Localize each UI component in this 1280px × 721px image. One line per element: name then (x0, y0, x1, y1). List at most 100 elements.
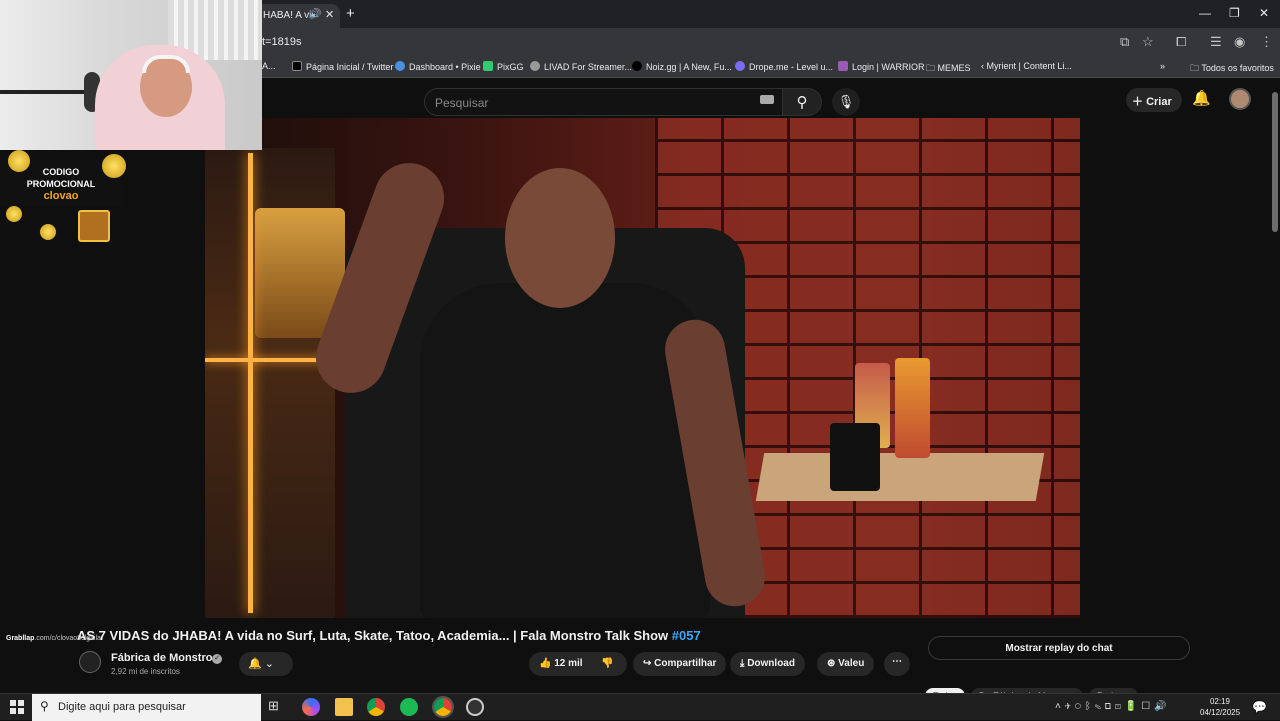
more-actions-button[interactable]: ⋯ (884, 652, 910, 676)
video-title: AS 7 VIDAS do JHABA! A vida no Surf, Lut… (77, 628, 701, 643)
headphones-icon (142, 55, 190, 73)
bookmark-item[interactable]: Dashboard • Pixie (395, 61, 481, 72)
hashtag-link[interactable]: #057 (672, 628, 701, 643)
video-neon-light (248, 153, 253, 613)
chrome-active-icon[interactable] (432, 696, 454, 718)
bookmark-item[interactable]: Página Inicial / Twitter (292, 61, 393, 72)
coin-icon (40, 224, 56, 240)
promo-line-2: PROMOCIONAL (26, 179, 96, 189)
media-controls-icon[interactable]: ☰ (1210, 34, 1222, 50)
bookmark-item[interactable]: LIVAD For Streamer... (530, 61, 632, 72)
dislike-button[interactable]: 👎 (601, 658, 613, 669)
scrollbar-thumb[interactable] (1272, 92, 1278, 232)
taskbar-clock[interactable]: 02:19 04/12/2025 (1200, 696, 1240, 718)
verified-icon: ✓ (212, 654, 222, 664)
dollar-icon: ⊛ (827, 658, 839, 669)
video-person-head (505, 168, 615, 308)
extensions-icon[interactable]: ⧠ (1176, 34, 1186, 50)
more-horizontal-icon: ⋯ (892, 656, 902, 667)
search-button[interactable]: ⚲ (782, 88, 822, 116)
avatar[interactable] (1229, 88, 1251, 110)
windows-taskbar: ⚲ Digite aqui para pesquisar ⊞ ˄✈⬡ᛒ✎⧉⊡🔋☐… (0, 693, 1280, 721)
subscriber-count: 2,92 mi de inscritos (111, 667, 180, 676)
like-dislike-group: 👍 12 mil 👎 (529, 652, 627, 676)
speaker-icon[interactable]: 🔊 (309, 9, 321, 20)
url-field[interactable]: t=1819s (262, 36, 301, 48)
download-button[interactable]: ⤓ Download (730, 652, 805, 676)
notifications-icon[interactable]: 🔔 (1192, 89, 1211, 107)
bookmark-item[interactable]: Drope.me - Level u... (735, 61, 833, 72)
livad-icon (530, 61, 540, 71)
video-can (895, 358, 930, 458)
share-icon: ↪ (643, 658, 655, 669)
keyboard-icon[interactable] (760, 95, 774, 104)
warrior-icon (838, 61, 848, 71)
profile-icon[interactable]: ◉ (1234, 34, 1245, 50)
thumbs-up-icon: 👍 (539, 658, 555, 669)
coin-icon (6, 206, 22, 222)
chrome-icon[interactable] (367, 698, 385, 716)
copilot-icon[interactable] (302, 698, 320, 716)
pixie-icon (395, 61, 405, 71)
streamer-webcam (0, 0, 262, 150)
chevron-down-icon: ⌄ (264, 658, 274, 670)
thumbs-down-icon: 👎 (601, 658, 614, 669)
bookmark-item[interactable]: ‹ Myrient | Content Li... (981, 61, 1072, 71)
file-explorer-icon[interactable] (335, 698, 353, 716)
promo-code-overlay: CODIGO PROMOCIONAL clovao (0, 150, 130, 260)
search-input[interactable]: Pesquisar (424, 88, 784, 116)
video-person (420, 283, 710, 618)
clock-date: 04/12/2025 (1200, 708, 1241, 717)
plus-icon: ＋ (1132, 96, 1147, 108)
noiz-icon (632, 61, 642, 71)
folder-icon: 🗀 (1190, 63, 1202, 73)
chrome-menu-icon[interactable]: ⋮ (1260, 34, 1273, 50)
tab-close-icon[interactable]: ✕ (325, 8, 334, 21)
video-side-table (755, 453, 1045, 501)
new-tab-button[interactable]: + (346, 5, 355, 22)
pixgg-icon (483, 61, 493, 71)
browser-tab-active[interactable]: HABA! A vi 🔊 ✕ (255, 4, 340, 28)
create-button[interactable]: ＋ Criar (1126, 88, 1182, 112)
chat-replay-button[interactable]: Mostrar replay do chat (928, 636, 1190, 660)
x-logo-icon (292, 61, 302, 71)
clock-time: 02:19 (1209, 697, 1231, 706)
task-view-icon[interactable]: ⊞ (268, 698, 286, 716)
system-tray[interactable]: ˄✈⬡ᛒ✎⧉⊡🔋☐🔊 (1055, 701, 1171, 712)
bookmarks-overflow-icon[interactable]: » (1160, 61, 1165, 71)
bell-icon: 🔔 (248, 658, 262, 670)
close-window-icon[interactable]: ✕ (1259, 6, 1269, 20)
subscription-bell-button[interactable]: 🔔 ⌄ (239, 652, 293, 676)
drope-icon (735, 61, 745, 71)
minimize-icon[interactable]: — (1199, 6, 1211, 20)
thanks-button[interactable]: ⊛ Valeu (817, 652, 875, 676)
promo-code: clovao (43, 190, 79, 202)
tab-title: HABA! A vi (263, 10, 312, 21)
cast-icon[interactable]: ⧉ (1120, 34, 1129, 50)
bookmark-star-icon[interactable]: ☆ (1142, 34, 1154, 50)
like-button[interactable]: 👍 12 mil (539, 658, 583, 669)
search-icon: ⚲ (40, 699, 49, 713)
bookmark-item[interactable]: Login | WARRIOR (838, 61, 925, 72)
taskbar-search-input[interactable]: ⚲ Digite aqui para pesquisar (32, 694, 261, 721)
obs-icon[interactable] (466, 698, 484, 716)
windows-start-icon[interactable] (10, 700, 24, 714)
channel-name[interactable]: Fábrica de Monstros (111, 652, 219, 664)
restore-icon[interactable]: ❐ (1229, 6, 1240, 20)
video-mug (830, 423, 880, 491)
coin-icon (102, 154, 126, 178)
voice-search-icon[interactable]: 🎙 (832, 88, 860, 116)
gift-icon (78, 210, 110, 242)
all-bookmarks-folder[interactable]: 🗀 Todos os favoritos (1190, 61, 1274, 77)
bookmark-item[interactable]: Noiz.gg | A New, Fu... (632, 61, 732, 72)
share-button[interactable]: ↪ Compartilhar (633, 652, 727, 676)
bookmark-item[interactable]: PixGG (483, 61, 524, 72)
channel-avatar[interactable] (79, 651, 101, 673)
notification-center-icon[interactable]: 💬 (1252, 700, 1267, 714)
overlay-link: Grabllap.com/c/clovao8clgaila (6, 635, 101, 642)
video-player[interactable] (205, 118, 1080, 618)
spotify-icon[interactable] (400, 698, 418, 716)
search-icon: ⚲ (796, 94, 808, 111)
bookmark-folder[interactable]: 🗀 MEMES (926, 61, 971, 77)
bookmark-item[interactable]: A... (262, 61, 276, 71)
